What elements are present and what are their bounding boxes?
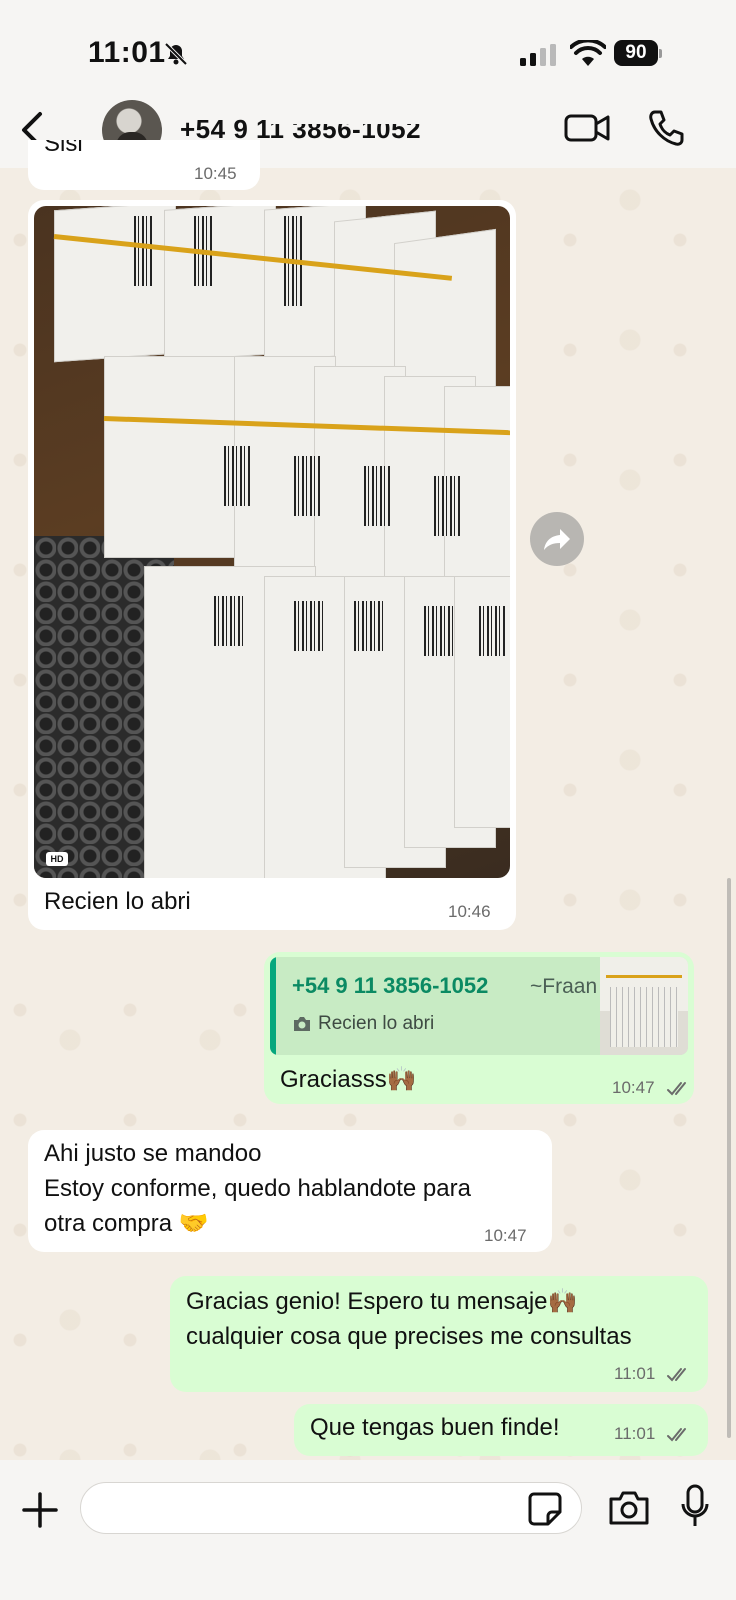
message-bubble-incoming[interactable]: Ahi justo se mandoo Estoy conforme, qued… [28,1130,552,1252]
message-text: Que tengas buen finde! [310,1414,560,1441]
camera-small-icon [294,1017,310,1031]
read-ticks-icon [667,1082,686,1096]
message-bubble-outgoing[interactable]: Gracias genio! Espero tu mensaje🙌🏾 cualq… [170,1276,708,1392]
read-ticks-icon [667,1368,686,1382]
message-time: 10:46 [448,902,491,921]
message-time: 11:01 [614,1424,656,1443]
message-bubble-incoming[interactable]: Sisi 10:45 [28,140,260,190]
shared-photo[interactable]: HD [34,206,510,878]
message-text: Gracias genio! Espero tu mensaje🙌🏾 cualq… [186,1288,632,1350]
forward-icon [544,529,570,550]
microphone-icon[interactable] [680,1484,710,1530]
battery-level: 90 [614,40,658,66]
status-time: 11:01 [88,36,166,69]
video-call-icon[interactable] [564,110,610,146]
sticker-icon[interactable] [528,1492,562,1526]
bell-slash-icon [164,42,188,66]
message-text: Graciasss🙌🏾 [280,1066,417,1093]
message-time: 11:01 [614,1364,656,1383]
quoted-message[interactable]: +54 9 11 3856-1052 ~Fraan Recien lo abri [270,957,688,1055]
read-ticks-icon [667,1428,686,1442]
chat-scrollbar[interactable] [727,878,731,1438]
photo-caption: Recien lo abri [44,888,191,915]
message-time: 10:47 [612,1078,655,1097]
message-input[interactable] [80,1482,582,1534]
phone-icon[interactable] [646,108,686,148]
battery-icon: 90 [614,40,664,68]
message-text: Sisi [44,140,83,157]
message-text: Ahi justo se mandoo Estoy conforme, qued… [44,1140,471,1237]
message-time: 10:45 [194,164,237,183]
plus-icon[interactable] [20,1490,60,1530]
message-time: 10:47 [484,1226,527,1245]
message-bubble-outgoing[interactable]: Que tengas buen finde! 11:01 [294,1404,708,1456]
hd-badge: HD [46,852,68,866]
camera-icon[interactable] [608,1490,650,1526]
quoted-alias: ~Fraan [530,975,598,998]
forward-button[interactable] [530,512,584,566]
composer-bar [0,1460,736,1600]
quoted-thumbnail [600,957,688,1055]
quoted-text: Recien lo abri [318,1013,435,1034]
wifi-icon [570,40,606,66]
quoted-author: +54 9 11 3856-1052 [292,973,489,998]
status-bar: 11:01 90 [0,0,736,100]
signal-icon [520,44,556,66]
